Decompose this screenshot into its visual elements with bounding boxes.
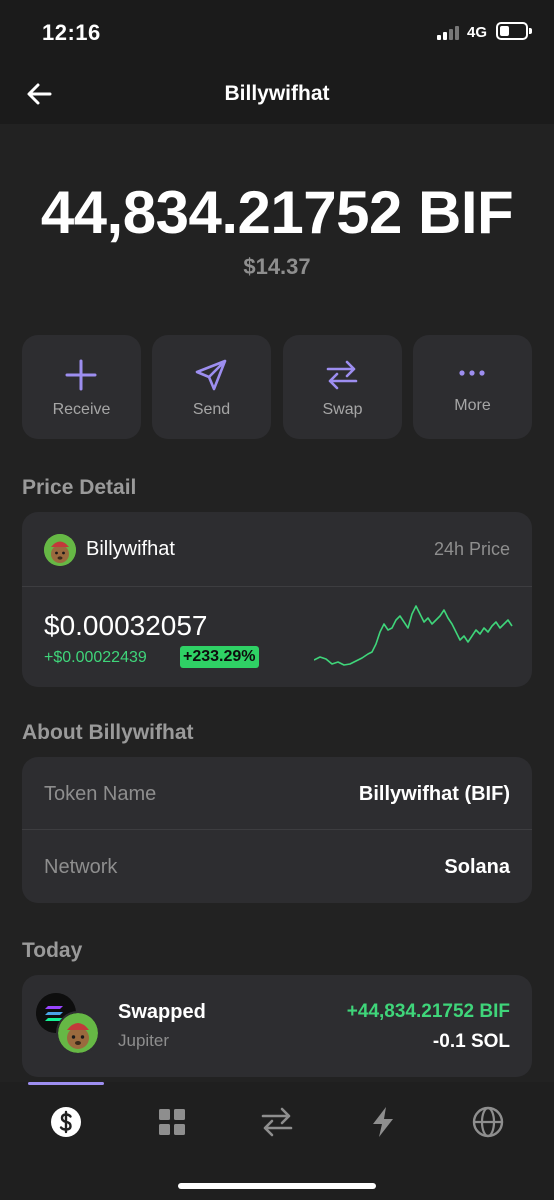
about-title: About Billywifhat bbox=[22, 721, 194, 744]
send-icon bbox=[195, 359, 227, 391]
grid-icon[interactable] bbox=[154, 1104, 190, 1140]
globe-icon[interactable] bbox=[470, 1104, 506, 1140]
price-detail-card[interactable]: Billywifhat 24h Price $0.00032057 +$0.00… bbox=[22, 512, 532, 687]
transaction-subtitle: Jupiter bbox=[118, 1031, 170, 1050]
swap-icon bbox=[326, 360, 358, 390]
header: Billywifhat bbox=[0, 64, 554, 124]
swap-button[interactable]: Swap bbox=[283, 335, 402, 439]
price-detail-title: Price Detail bbox=[22, 476, 137, 499]
action-buttons: Receive Send Swap More bbox=[22, 335, 532, 439]
transaction-title: Swapped bbox=[118, 1001, 206, 1023]
divider bbox=[22, 586, 532, 587]
signal-icon bbox=[437, 26, 463, 40]
balance-usd-value: $14.37 bbox=[243, 254, 311, 279]
token-detail-screen: 12:16 4G Billywifhat 44,834.21752 BIF $1… bbox=[0, 0, 554, 1200]
transaction-amount-in: +44,834.21752 BIF bbox=[346, 1001, 510, 1022]
receive-label: Receive bbox=[52, 401, 111, 418]
network-label: Network bbox=[44, 856, 118, 878]
network-label: 4G bbox=[467, 24, 488, 41]
status-bar: 12:16 4G bbox=[0, 0, 554, 64]
active-tab-indicator bbox=[28, 1082, 104, 1085]
token-avatar bbox=[56, 1011, 100, 1055]
lightning-icon[interactable] bbox=[365, 1104, 401, 1140]
swap-arrows-icon[interactable] bbox=[259, 1104, 295, 1140]
price-change-amount: +$0.00022439 bbox=[44, 649, 147, 666]
today-title: Today bbox=[22, 939, 83, 962]
token-avatar bbox=[44, 534, 76, 566]
divider bbox=[22, 829, 532, 830]
plus-icon bbox=[65, 359, 97, 391]
more-icon bbox=[459, 370, 485, 376]
send-button[interactable]: Send bbox=[152, 335, 271, 439]
network-value: Solana bbox=[444, 856, 510, 878]
token-name-label: Token Name bbox=[44, 783, 157, 805]
more-button[interactable]: More bbox=[413, 335, 532, 439]
token-name: Billywifhat bbox=[86, 538, 175, 560]
price-sparkline bbox=[314, 605, 513, 666]
send-label: Send bbox=[192, 401, 231, 418]
transaction-amount-out: -0.1 SOL bbox=[432, 1031, 510, 1052]
home-indicator[interactable] bbox=[178, 1183, 376, 1189]
more-label: More bbox=[454, 397, 491, 414]
transaction-item[interactable]: Swapped Jupiter +44,834.21752 BIF -0.1 S… bbox=[22, 975, 532, 1077]
page-title: Billywifhat bbox=[224, 82, 330, 105]
dollar-icon[interactable] bbox=[48, 1104, 84, 1140]
receive-button[interactable]: Receive bbox=[22, 335, 141, 439]
battery-icon bbox=[496, 22, 532, 40]
token-name-value: Billywifhat (BIF) bbox=[358, 783, 510, 805]
status-time: 12:16 bbox=[42, 20, 101, 45]
token-price: $0.00032057 bbox=[44, 610, 208, 641]
swap-label: Swap bbox=[322, 401, 363, 418]
about-card: Token Name Billywifhat (BIF) Network Sol… bbox=[22, 757, 532, 903]
token-balance: 44,834.21752 BIF bbox=[40, 179, 514, 246]
price-period-label: 24h Price bbox=[433, 539, 510, 559]
price-change-percent-badge: +233.29% bbox=[180, 646, 259, 668]
